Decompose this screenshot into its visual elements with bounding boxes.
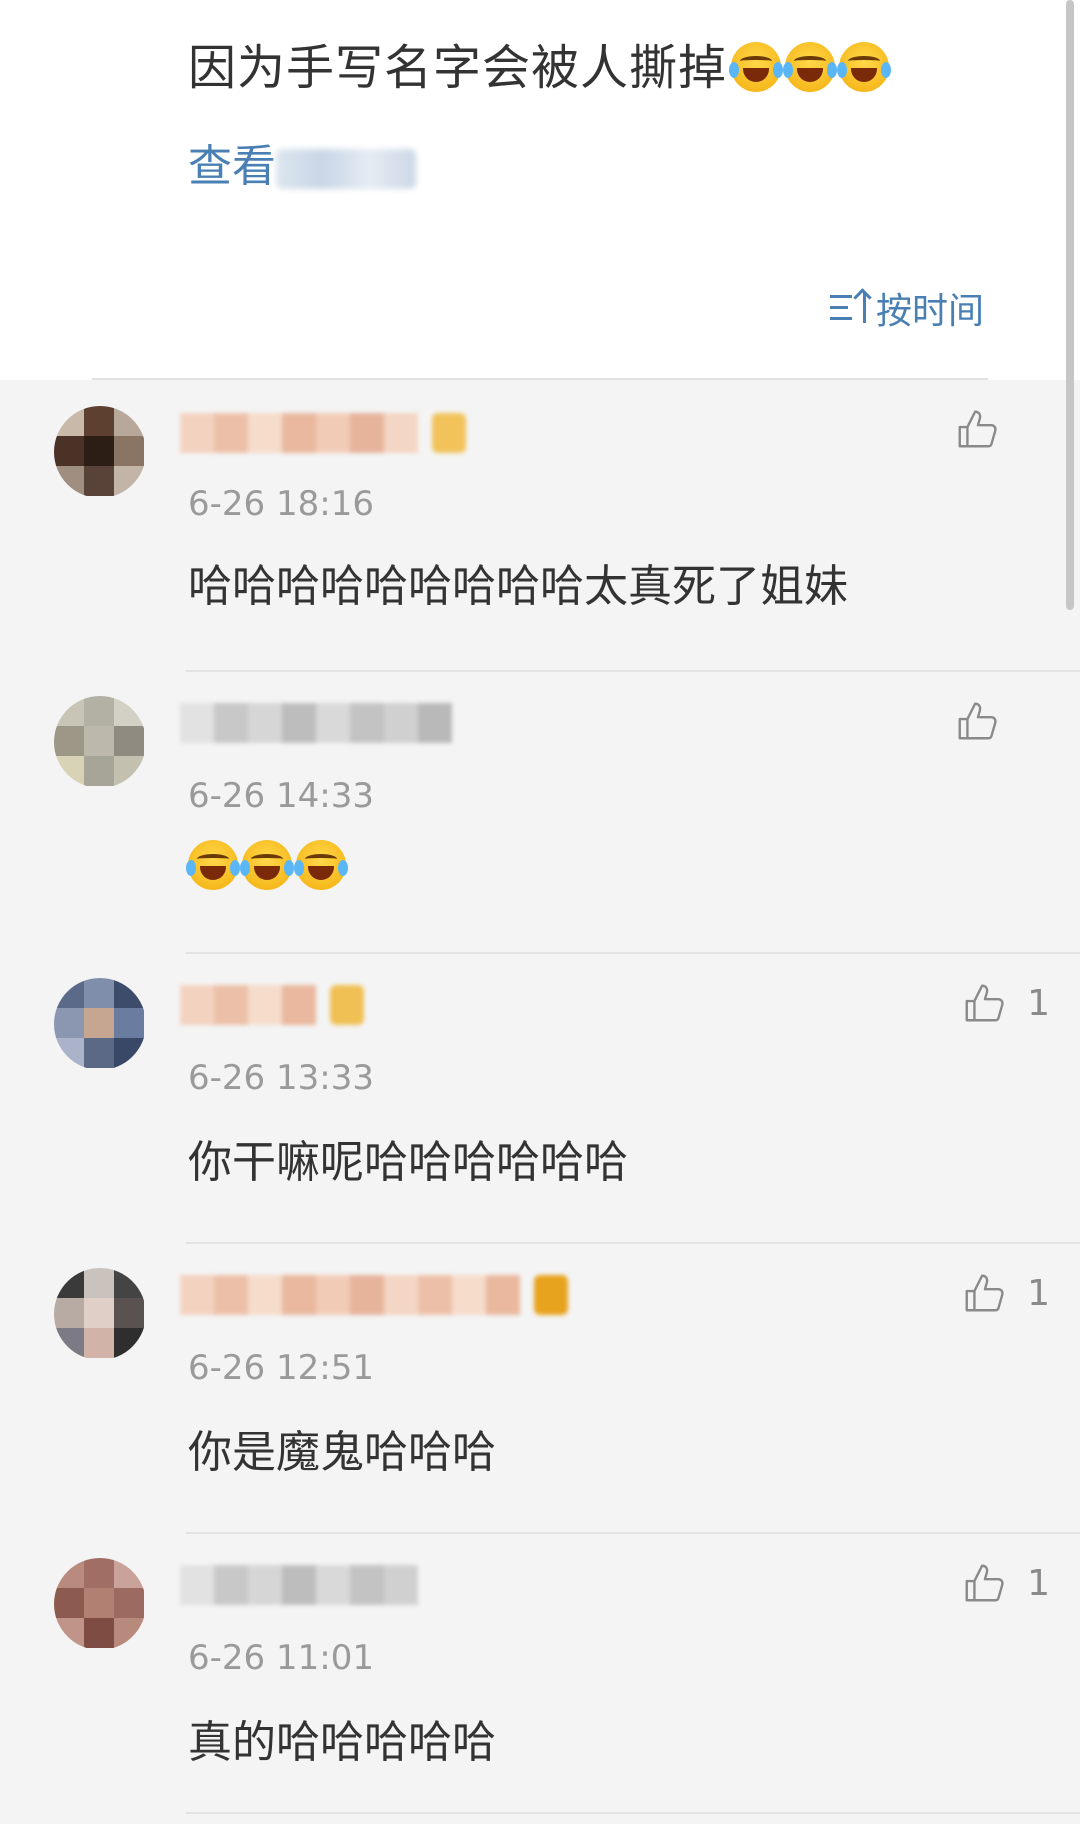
comment-item: 6-26 18:16 哈哈哈哈哈哈哈哈哈太真死了姐妹 <box>0 380 1080 670</box>
username-redacted[interactable] <box>180 982 364 1028</box>
like-button[interactable] <box>954 406 1020 452</box>
laugh-cry-emoji-icon <box>729 42 784 92</box>
like-button[interactable]: 1 <box>961 980 1050 1026</box>
thumbs-up-icon <box>958 410 997 448</box>
comment-time: 6-26 18:16 <box>188 484 374 524</box>
like-count: 1 <box>1027 982 1050 1024</box>
laugh-cry-emoji-icon <box>783 42 838 92</box>
comment-time: 6-26 11:01 <box>188 1638 374 1678</box>
comment-text <box>186 840 348 893</box>
avatar[interactable] <box>54 1268 146 1360</box>
thumbs-up-icon <box>965 1564 1004 1602</box>
vip-crown-badge-icon <box>534 1275 568 1315</box>
post-text: 因为手写名字会被人撕掉 <box>188 28 892 98</box>
like-button[interactable]: 1 <box>961 1560 1050 1606</box>
username-redacted[interactable] <box>180 1562 418 1608</box>
post-header: 因为手写名字会被人撕掉 查看 按时间 <box>0 0 1080 380</box>
vip-badge-icon <box>330 985 364 1025</box>
redacted-text <box>276 149 416 189</box>
username-redacted[interactable] <box>180 1272 568 1318</box>
like-button[interactable] <box>954 698 1020 744</box>
laugh-cry-emoji-icon <box>837 42 892 92</box>
comment-text: 你是魔鬼哈哈哈 <box>188 1427 496 1478</box>
like-button[interactable]: 1 <box>961 1270 1050 1316</box>
avatar[interactable] <box>54 696 146 788</box>
avatar[interactable] <box>54 978 146 1070</box>
laugh-cry-emoji-icon <box>240 840 294 890</box>
view-original-link[interactable]: 查看 <box>188 130 416 194</box>
vip-badge-icon <box>432 413 466 453</box>
comment-item: 6-26 12:51 你是魔鬼哈哈哈 1 <box>0 1244 1080 1534</box>
thumbs-up-icon <box>958 702 997 740</box>
comment-item: 6-26 11:01 真的哈哈哈哈哈 1 <box>0 1534 1080 1824</box>
comment-time: 6-26 13:33 <box>188 1058 374 1098</box>
like-count: 1 <box>1027 1272 1050 1314</box>
avatar[interactable] <box>54 1558 146 1650</box>
comment-text: 哈哈哈哈哈哈哈哈哈太真死了姐妹 <box>188 561 848 612</box>
sort-ascending-icon <box>829 291 870 325</box>
comment-time: 6-26 14:33 <box>188 776 374 816</box>
thumbs-up-icon <box>965 1274 1004 1312</box>
like-count: 1 <box>1027 1562 1050 1604</box>
comment-item: 6-26 14:33 <box>0 672 1080 962</box>
comment-text: 你干嘛呢哈哈哈哈哈哈 <box>188 1137 628 1188</box>
avatar[interactable] <box>54 406 146 498</box>
thumbs-up-icon <box>965 984 1004 1022</box>
laugh-cry-emoji-icon <box>186 840 240 890</box>
laugh-cry-emoji-icon <box>294 840 348 890</box>
username-redacted[interactable] <box>180 700 452 746</box>
sort-toggle[interactable]: 按时间 <box>829 282 984 334</box>
divider <box>186 1812 1080 1814</box>
comment-item: 6-26 13:33 你干嘛呢哈哈哈哈哈哈 1 <box>0 954 1080 1244</box>
username-redacted[interactable] <box>180 410 466 456</box>
comment-text: 真的哈哈哈哈哈 <box>188 1717 496 1768</box>
comment-time: 6-26 12:51 <box>188 1348 374 1388</box>
